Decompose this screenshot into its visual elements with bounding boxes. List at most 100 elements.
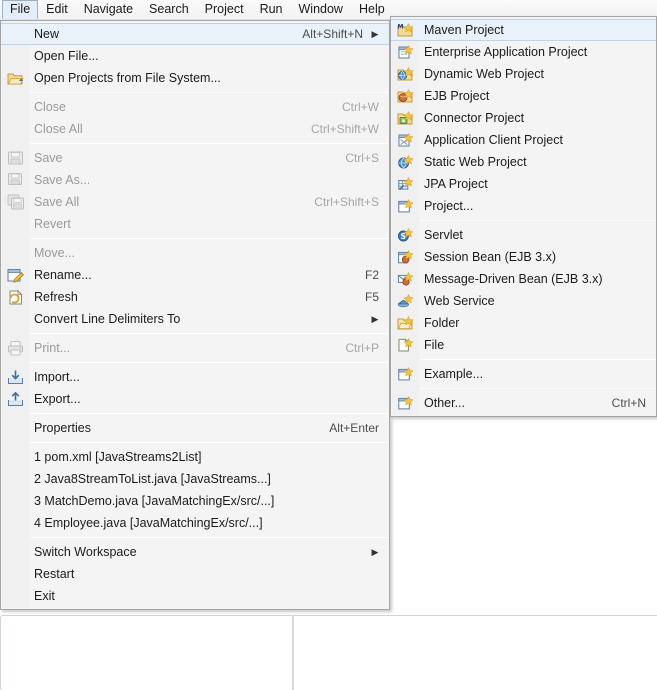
menu-item-properties[interactable]: Properties Alt+Enter xyxy=(1,417,389,439)
menu-separator xyxy=(30,537,388,538)
menu-item-close: Close Ctrl+W xyxy=(1,96,389,118)
menu-item-save: Save Ctrl+S xyxy=(1,147,389,169)
menu-item-label: Enterprise Application Project xyxy=(424,45,588,59)
menu-item-shortcut: Alt+Enter xyxy=(329,421,379,435)
menu-item-label: Open File... xyxy=(34,49,99,63)
menu-item-label: New xyxy=(34,27,60,41)
menu-item-refresh[interactable]: Refresh F5 xyxy=(1,286,389,308)
menu-item-label: File xyxy=(424,338,445,352)
menu-item-label: Maven Project xyxy=(424,23,504,37)
project-icon xyxy=(397,198,414,214)
menu-item-label: Other... xyxy=(424,396,465,410)
menu-separator xyxy=(420,388,655,389)
menu-item-label: Dynamic Web Project xyxy=(424,67,544,81)
menubar-item-project[interactable]: Project xyxy=(197,0,252,19)
menu-item-label: 3 MatchDemo.java [JavaMatchingEx/src/...… xyxy=(34,494,275,508)
menu-item-open-projects-from-file-system[interactable]: Open Projects from File System... xyxy=(1,67,389,89)
chevron-right-icon: ▶ xyxy=(371,546,379,557)
menu-item-label: Export... xyxy=(34,392,81,406)
menu-item-shortcut: F5 xyxy=(364,290,379,304)
menu-item-shortcut: Ctrl+N xyxy=(611,396,646,410)
menu-item-label: Rename... xyxy=(34,268,92,282)
panel-divider[interactable] xyxy=(292,617,294,690)
menu-separator xyxy=(30,362,388,363)
menu-item-label: 4 Employee.java [JavaMatchingEx/src/...] xyxy=(34,516,263,530)
example-icon xyxy=(397,366,414,382)
menubar-item-edit[interactable]: Edit xyxy=(38,0,76,19)
menu-item-export[interactable]: Export... xyxy=(1,388,389,410)
menu-item-convert-line-delimiters-to[interactable]: Convert Line Delimiters To ▶ xyxy=(1,308,389,330)
menu-item-label: Example... xyxy=(424,367,484,381)
menubar-item-navigate[interactable]: Navigate xyxy=(76,0,141,19)
menu-item-jpa-project[interactable]: JPA Project xyxy=(391,173,656,195)
menu-item-other[interactable]: Other... Ctrl+N xyxy=(391,392,656,414)
menubar-item-search[interactable]: Search xyxy=(141,0,197,19)
maven-project-icon: M xyxy=(397,22,414,38)
menu-item-folder[interactable]: Folder xyxy=(391,312,656,334)
new-submenu-rows: M Maven Project Enterprise Application Pro… xyxy=(391,19,656,414)
menu-item-label: Session Bean (EJB 3.x) xyxy=(424,250,557,264)
folder-open-icon xyxy=(7,70,24,86)
menubar-item-window[interactable]: Window xyxy=(291,0,351,19)
file-menu-popup: New Alt+Shift+N ▶ Open File... Open Projects… xyxy=(0,20,390,610)
application-client-project-icon xyxy=(397,132,414,148)
menu-item-example[interactable]: Example... xyxy=(391,363,656,385)
print-icon xyxy=(7,340,24,356)
enterprise-application-project-icon xyxy=(397,44,414,60)
chevron-right-icon: ▶ xyxy=(371,313,379,324)
menu-item-4-employee-java-javamatchingex-src[interactable]: 4 Employee.java [JavaMatchingEx/src/...] xyxy=(1,512,389,534)
menu-item-session-bean-ejb-3-x[interactable]: Session Bean (EJB 3.x) xyxy=(391,246,656,268)
menu-item-file[interactable]: File xyxy=(391,334,656,356)
menu-item-label: Project... xyxy=(424,199,474,213)
dynamic-web-project-icon xyxy=(397,66,414,82)
menu-item-open-file[interactable]: Open File... xyxy=(1,45,389,67)
menu-item-print: Print... Ctrl+P xyxy=(1,337,389,359)
menu-item-label: Web Service xyxy=(424,294,495,308)
menu-item-label: Convert Line Delimiters To xyxy=(34,312,181,326)
menu-separator xyxy=(420,359,655,360)
menu-item-label: Print... xyxy=(34,341,71,355)
menu-item-ejb-project[interactable]: EJB Project xyxy=(391,85,656,107)
menu-item-shortcut: Ctrl+W xyxy=(342,100,379,114)
menu-item-import[interactable]: Import... xyxy=(1,366,389,388)
menu-item-label: Switch Workspace xyxy=(34,545,137,559)
svg-text:...: ... xyxy=(14,184,19,188)
menu-item-label: Refresh xyxy=(34,290,78,304)
menu-item-switch-workspace[interactable]: Switch Workspace ▶ xyxy=(1,541,389,563)
menu-item-exit[interactable]: Exit xyxy=(1,585,389,607)
menu-item-label: Revert xyxy=(34,217,71,231)
menu-item-project[interactable]: Project... xyxy=(391,195,656,217)
menu-item-label: Import... xyxy=(34,370,80,384)
menu-item-connector-project[interactable]: Connector Project xyxy=(391,107,656,129)
menubar-item-file[interactable]: File xyxy=(2,0,39,19)
chevron-right-icon: ▶ xyxy=(371,28,379,39)
web-service-icon xyxy=(397,293,414,309)
menu-item-maven-project[interactable]: M Maven Project xyxy=(391,19,656,41)
menu-item-application-client-project[interactable]: Application Client Project xyxy=(391,129,656,151)
menu-item-label: 1 pom.xml [JavaStreams2List] xyxy=(34,450,202,464)
eclipse-window: File Edit Navigate Search Project Run Window He… xyxy=(0,0,657,690)
menu-item-shortcut: Ctrl+P xyxy=(345,341,379,355)
menu-separator xyxy=(420,220,655,221)
menu-item-static-web-project[interactable]: Static Web Project xyxy=(391,151,656,173)
menu-item-web-service[interactable]: Web Service xyxy=(391,290,656,312)
menu-item-message-driven-bean-ejb-3-x[interactable]: Message-Driven Bean (EJB 3.x) xyxy=(391,268,656,290)
menu-item-dynamic-web-project[interactable]: Dynamic Web Project xyxy=(391,63,656,85)
menu-item-shortcut: Ctrl+S xyxy=(345,151,379,165)
menubar-item-help[interactable]: Help xyxy=(351,0,393,19)
menu-item-label: EJB Project xyxy=(424,89,490,103)
message-driven-bean-icon xyxy=(397,271,414,287)
menu-item-new[interactable]: New Alt+Shift+N ▶ xyxy=(1,23,389,45)
file-menu-rows: New Alt+Shift+N ▶ Open File... Open Projects… xyxy=(1,23,389,607)
menu-item-3-matchdemo-java-javamatchingex-src[interactable]: 3 MatchDemo.java [JavaMatchingEx/src/...… xyxy=(1,490,389,512)
menu-item-label: Close All xyxy=(34,122,83,136)
menu-item-2-java8streamtolist-java-javastreams[interactable]: 2 Java8StreamToList.java [JavaStreams...… xyxy=(1,468,389,490)
menu-item-servlet[interactable]: S Servlet xyxy=(391,224,656,246)
menubar-item-run[interactable]: Run xyxy=(252,0,291,19)
menu-item-enterprise-application-project[interactable]: Enterprise Application Project xyxy=(391,41,656,63)
menu-item-rename[interactable]: Rename... F2 xyxy=(1,264,389,286)
menu-separator xyxy=(30,238,388,239)
menu-item-1-pom-xml-javastreams2list[interactable]: 1 pom.xml [JavaStreams2List] xyxy=(1,446,389,468)
menu-item-restart[interactable]: Restart xyxy=(1,563,389,585)
svg-text:M: M xyxy=(398,24,404,31)
